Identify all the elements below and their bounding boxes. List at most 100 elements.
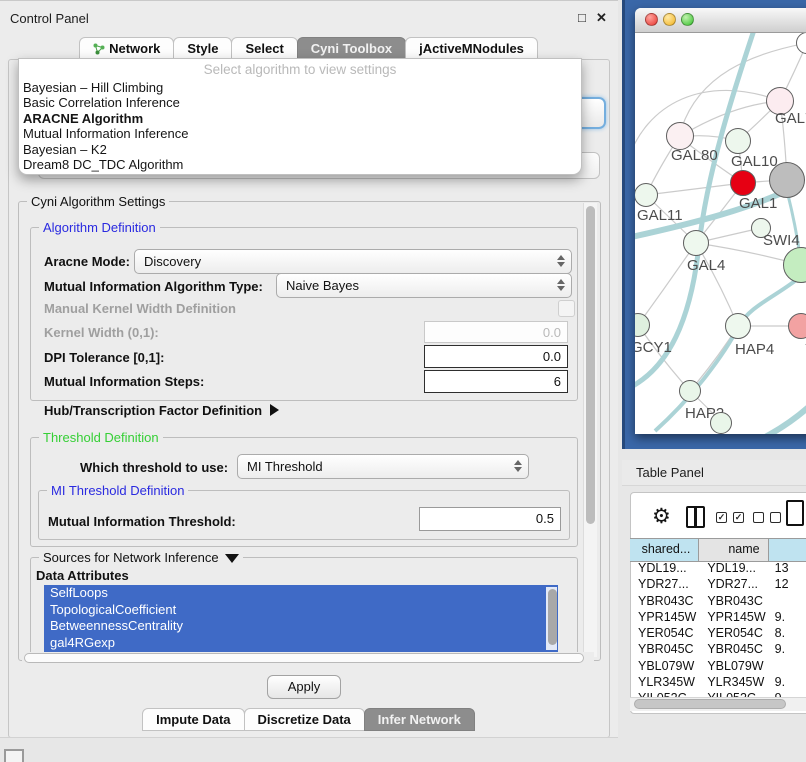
table-row[interactable]: YPR145WYPR145W9. (630, 609, 806, 625)
mi-threshold-field[interactable]: 0.5 (419, 507, 561, 531)
tab-jactivemnodules[interactable]: jActiveMNodules (405, 37, 538, 60)
tab-impute-data[interactable]: Impute Data (142, 708, 244, 731)
network-node[interactable] (769, 162, 805, 198)
table-cell: YIL052C (630, 690, 699, 697)
manual-kernel-checkbox[interactable] (558, 300, 575, 317)
attributes-scrollbar-thumb[interactable] (548, 589, 557, 645)
tab-network[interactable]: Network (79, 37, 174, 60)
minimized-panel-grip[interactable] (4, 749, 24, 762)
table-hscrollbar[interactable] (630, 697, 806, 711)
data-attributes-list[interactable]: SelfLoopsTopologicalCoefficientBetweenne… (44, 585, 558, 652)
table-hscrollbar-thumb[interactable] (634, 699, 786, 709)
table-row[interactable]: YDL19...YDL19...13 (630, 560, 806, 576)
algorithm-option[interactable]: Basic Correlation Inference (19, 95, 581, 110)
threshold-definition-title: Threshold Definition (39, 430, 163, 445)
settings-scrollbar[interactable] (583, 203, 597, 657)
tab-style[interactable]: Style (173, 37, 232, 60)
unchecked-box-icon-2[interactable] (770, 512, 781, 523)
algorithm-option[interactable]: ARACNE Algorithm (19, 111, 581, 126)
settings-hscrollbar[interactable] (22, 652, 594, 665)
node-label: GAL4 (687, 257, 725, 274)
table-cell: 13 (769, 560, 806, 576)
float-window-icon[interactable]: □ (578, 10, 586, 25)
attribute-item[interactable]: TopologicalCoefficient (44, 602, 558, 619)
attribute-item[interactable]: gal4RGexp (44, 635, 558, 652)
settings-scrollbar-thumb[interactable] (586, 206, 595, 524)
algorithm-dropdown-list: Bayesian – Hill ClimbingBasic Correlatio… (19, 80, 581, 172)
minimize-traffic-light[interactable] (663, 13, 676, 26)
network-node-gal80[interactable] (666, 122, 694, 150)
table-row[interactable]: YBR045CYBR045C9. (630, 641, 806, 657)
table-row[interactable]: YBR043CYBR043C (630, 593, 806, 609)
network-view-panel: GAL7GAL80GAL10GAL1GAL11GAL4SWI4GCY1HAP4Y… (622, 0, 806, 449)
column-header[interactable]: name (699, 539, 768, 561)
tab-infer-network[interactable]: Infer Network (364, 708, 475, 731)
apply-button[interactable]: Apply (267, 675, 341, 699)
hub-definition-toggle[interactable]: Hub/Transcription Factor Definition (44, 403, 279, 418)
settings-hscrollbar-thumb[interactable] (24, 653, 584, 663)
mi-type-label: Mutual Information Algorithm Type: (44, 279, 263, 294)
tab-label: Select (245, 38, 283, 59)
mi-type-combo[interactable]: Naive Bayes (276, 273, 572, 298)
network-canvas[interactable]: GAL7GAL80GAL10GAL1GAL11GAL4SWI4GCY1HAP4Y… (635, 33, 806, 434)
mi-steps-field[interactable]: 6 (424, 370, 568, 393)
dpi-tolerance-field[interactable]: 0.0 (424, 345, 568, 368)
network-node-gal10[interactable] (725, 128, 751, 154)
attribute-item[interactable]: SelfLoops (44, 585, 558, 602)
algorithm-dropdown: Select algorithm to view settings Bayesi… (18, 58, 582, 175)
bottom-tabs: Impute Data Discretize Data Infer Network (0, 708, 618, 731)
gear-icon[interactable]: ⚙ (652, 504, 671, 529)
kernel-width-field[interactable]: 0.0 (424, 321, 568, 343)
attributes-scrollbar[interactable] (546, 587, 557, 650)
table-cell: YDL19... (699, 560, 768, 576)
zoom-traffic-light[interactable] (681, 13, 694, 26)
close-icon[interactable]: ✕ (596, 10, 607, 26)
tab-select[interactable]: Select (231, 37, 297, 60)
settings-group-title: Cyni Algorithm Settings (27, 194, 169, 209)
table-cell: YBR045C (699, 641, 768, 657)
document-icon[interactable] (786, 500, 804, 526)
control-panel-title: Control Panel (10, 11, 89, 26)
algorithm-option[interactable]: Mutual Information Inference (19, 126, 581, 141)
checked-box-icon-2[interactable]: ✓ (733, 512, 744, 523)
attribute-item[interactable]: BetweennessCentrality (44, 618, 558, 635)
table-cell: 9. (769, 690, 806, 697)
table-panel-title: Table Panel (636, 465, 704, 480)
tab-label: Infer Network (378, 709, 461, 730)
table-row[interactable]: YIL052CYIL052C9. (630, 690, 806, 697)
column-header[interactable]: shared... (630, 539, 699, 561)
network-node-gal1[interactable] (730, 170, 756, 196)
table-cell: YER054C (699, 625, 768, 641)
table-row[interactable]: YLR345WYLR345W9. (630, 674, 806, 690)
data-attributes-label: Data Attributes (36, 568, 129, 583)
node-label: GAL11 (637, 207, 683, 224)
unchecked-box-icon-1[interactable] (753, 512, 764, 523)
tab-label: Discretize Data (258, 709, 351, 730)
columns-icon[interactable] (686, 506, 705, 528)
column-header[interactable]: A (769, 539, 806, 561)
table-row[interactable]: YER054CYER054C8. (630, 625, 806, 641)
network-node-hap2[interactable] (679, 380, 701, 402)
which-threshold-label: Which threshold to use: (80, 460, 228, 475)
aracne-mode-combo[interactable]: Discovery (134, 249, 572, 274)
table-row[interactable]: YDR27...YDR27...12 (630, 576, 806, 592)
network-node-gal4[interactable] (683, 230, 709, 256)
algorithm-option[interactable]: Bayesian – K2 (19, 142, 581, 157)
which-threshold-combo[interactable]: MI Threshold (237, 454, 529, 479)
tab-cyni-toolbox[interactable]: Cyni Toolbox (297, 37, 406, 60)
mi-threshold-label: Mutual Information Threshold: (48, 514, 236, 529)
tab-discretize-data[interactable]: Discretize Data (244, 708, 365, 731)
table-row[interactable]: YBL079WYBL079W (630, 658, 806, 674)
close-traffic-light[interactable] (645, 13, 658, 26)
table-cell: YBR043C (699, 593, 768, 609)
algorithm-option[interactable]: Bayesian – Hill Climbing (19, 80, 581, 95)
network-node[interactable] (710, 412, 732, 434)
network-window[interactable]: GAL7GAL80GAL10GAL1GAL11GAL4SWI4GCY1HAP4Y… (635, 8, 806, 434)
tab-label: Impute Data (156, 709, 230, 730)
network-node-gal11[interactable] (635, 183, 658, 207)
network-node-hap4[interactable] (725, 313, 751, 339)
algorithm-option[interactable]: Dream8 DC_TDC Algorithm (19, 157, 581, 172)
panel-divider (0, 737, 618, 738)
network-window-titlebar[interactable] (635, 8, 806, 33)
checked-box-icon-1[interactable]: ✓ (716, 512, 727, 523)
